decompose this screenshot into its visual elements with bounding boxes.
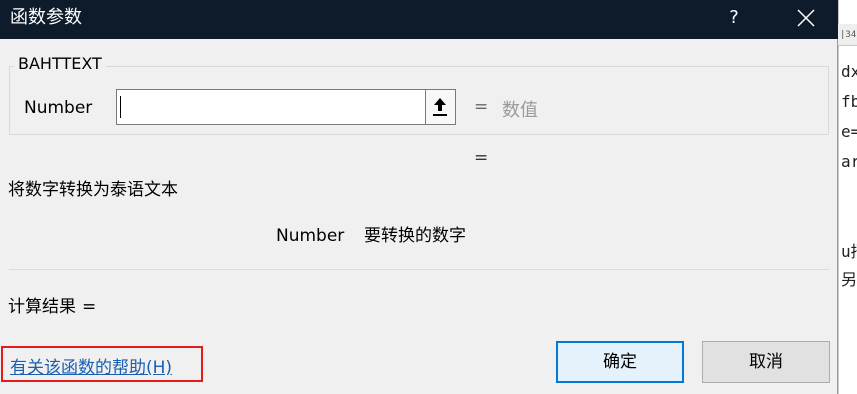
- background-code-line: e=: [841, 122, 857, 141]
- formula-result-equals: =: [474, 148, 489, 168]
- background-window: [838, 0, 857, 394]
- background-code-line: ar: [841, 152, 857, 171]
- dialog-titlebar: 函数参数 ?: [0, 0, 838, 39]
- background-code-line: 另: [841, 270, 857, 289]
- cancel-button[interactable]: 取消: [702, 341, 830, 383]
- function-description: 将数字转换为泰语文本: [8, 180, 178, 200]
- argument-description-text: 要转换的数字: [364, 226, 466, 246]
- collapse-arrow-icon: [433, 98, 447, 116]
- number-argument-label: Number: [24, 98, 93, 118]
- function-name-label: BAHTTEXT: [14, 54, 106, 74]
- close-button[interactable]: [780, 0, 830, 39]
- background-code-line: fb: [841, 92, 857, 111]
- result-equals: =: [82, 297, 97, 317]
- ok-button[interactable]: 确定: [556, 341, 684, 383]
- argument-description-name: Number: [276, 226, 345, 246]
- text-caret: [120, 96, 121, 118]
- divider: [9, 269, 829, 270]
- number-argument-input[interactable]: [116, 89, 426, 125]
- dialog-title: 函数参数: [10, 7, 82, 28]
- collapse-dialog-button[interactable]: [426, 89, 456, 125]
- background-ruler: |34: [838, 24, 857, 46]
- help-button[interactable]: ?: [716, 0, 752, 39]
- result-label: 计算结果: [8, 297, 76, 317]
- formula-result: 计算结果 =: [8, 296, 96, 318]
- argument-type-hint: 数值: [502, 100, 538, 121]
- background-code-line: u招: [841, 242, 857, 261]
- function-help-link[interactable]: 有关该函数的帮助(H): [10, 353, 172, 378]
- background-code-line: dx: [841, 62, 857, 81]
- argument-equals-sign: =: [474, 97, 489, 117]
- help-link-highlight: 有关该函数的帮助(H): [1, 346, 203, 382]
- function-arguments-dialog: 函数参数 ? BAHTTEXT Number = 数值 = 将数字转换为泰语文本…: [0, 0, 838, 394]
- close-icon: [797, 9, 815, 27]
